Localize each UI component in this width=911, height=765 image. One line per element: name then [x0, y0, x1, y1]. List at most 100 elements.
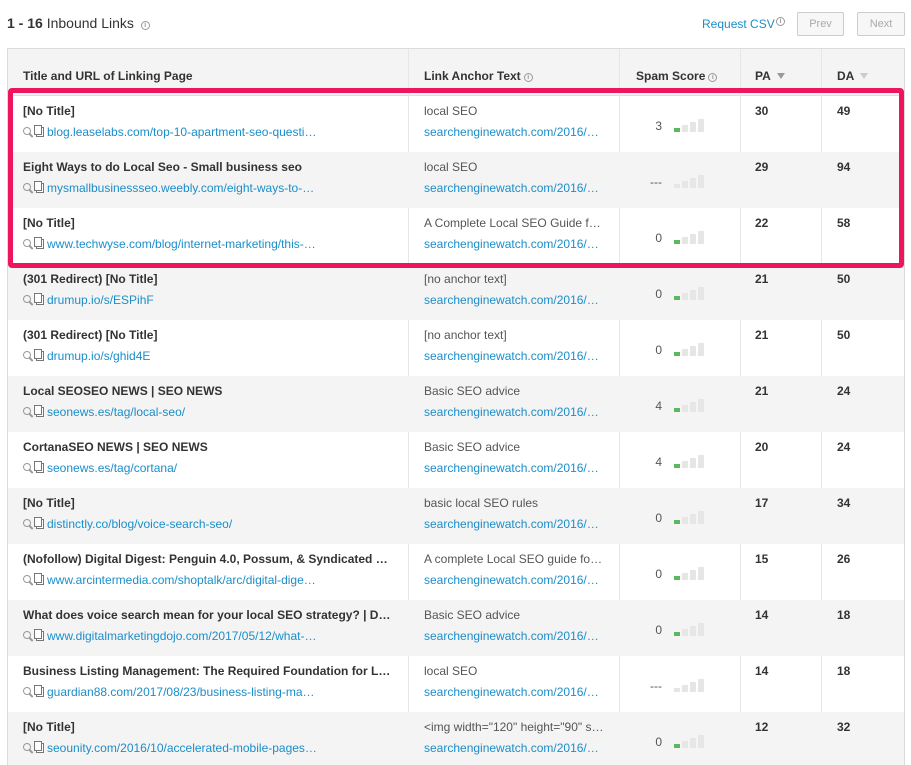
spam-score-value: 3 [655, 119, 662, 133]
table-row: [No Title] blog.leaselabs.com/top-10-apa… [8, 96, 904, 152]
spam-bar [690, 514, 696, 524]
page-url-link[interactable]: drumup.io/s/ESPihF [47, 293, 154, 307]
copy-page-icon[interactable] [34, 685, 44, 697]
anchor-info-icon[interactable]: i [523, 73, 533, 82]
anchor-text: Basic SEO advice [424, 440, 521, 454]
spam-bar [674, 128, 680, 132]
page-url-link[interactable]: seonews.es/tag/local-seo/ [47, 405, 185, 419]
spam-bar [674, 240, 680, 244]
da-value: 24 [837, 384, 851, 398]
search-icon[interactable] [23, 127, 33, 137]
column-header-pa[interactable]: PA [755, 69, 785, 83]
copy-page-icon[interactable] [34, 125, 44, 137]
info-icon[interactable]: i [140, 21, 150, 30]
page-title: [No Title] [23, 216, 75, 230]
target-url-link[interactable]: searchenginewatch.com/2016/… [424, 517, 604, 531]
target-url-link[interactable]: searchenginewatch.com/2016/… [424, 293, 604, 307]
target-url-link[interactable]: searchenginewatch.com/2016/… [424, 405, 604, 419]
sort-icon[interactable] [860, 73, 869, 79]
page-url-link[interactable]: guardian88.com/2017/08/23/business-listi… [47, 685, 315, 699]
spam-bar [698, 119, 704, 132]
csv-info-icon[interactable]: i [776, 17, 785, 26]
page-url-link[interactable]: seonews.es/tag/cortana/ [47, 461, 177, 475]
target-url-link[interactable]: searchenginewatch.com/2016/… [424, 349, 604, 363]
spam-score-bars [674, 622, 706, 636]
spam-score-value: 0 [655, 231, 662, 245]
da-value: 49 [837, 104, 851, 118]
copy-page-icon[interactable] [34, 405, 44, 417]
spam-info-icon[interactable]: i [708, 73, 718, 82]
spam-bar [674, 744, 680, 748]
search-icon[interactable] [23, 687, 33, 697]
copy-page-icon[interactable] [34, 349, 44, 361]
next-button[interactable]: Next [857, 12, 905, 36]
target-url-link[interactable]: searchenginewatch.com/2016/… [424, 685, 604, 699]
page-url-link[interactable]: seounity.com/2016/10/accelerated-mobile-… [47, 741, 317, 755]
spam-bar [690, 346, 696, 356]
table-row: (301 Redirect) [No Title] drumup.io/s/gh… [8, 320, 904, 376]
spam-score-bars [674, 398, 706, 412]
copy-page-icon[interactable] [34, 293, 44, 305]
spam-bar [674, 520, 680, 524]
search-icon[interactable] [23, 575, 33, 585]
column-header-spam-label: Spam Score [636, 69, 706, 83]
search-icon[interactable] [23, 183, 33, 193]
spam-bar [690, 570, 696, 580]
page-url-link[interactable]: blog.leaselabs.com/top-10-apartment-seo-… [47, 125, 316, 139]
copy-page-icon[interactable] [34, 741, 44, 753]
copy-page-icon[interactable] [34, 629, 44, 641]
page-title: [No Title] [23, 104, 75, 118]
copy-page-icon[interactable] [34, 237, 44, 249]
da-value: 34 [837, 496, 851, 510]
page-url-line: seonews.es/tag/cortana/ [23, 461, 403, 475]
page-url-link[interactable]: www.arcintermedia.com/shoptalk/arc/digit… [47, 573, 316, 587]
da-value: 26 [837, 552, 851, 566]
spam-bar [682, 181, 688, 188]
column-header-da[interactable]: DA [837, 69, 869, 83]
target-url-link[interactable]: searchenginewatch.com/2016/… [424, 181, 604, 195]
pa-value: 17 [755, 496, 769, 510]
search-icon[interactable] [23, 631, 33, 641]
target-url-link[interactable]: searchenginewatch.com/2016/… [424, 237, 604, 251]
spam-bar [698, 343, 704, 356]
spam-bar [698, 623, 704, 636]
page-url-link[interactable]: distinctly.co/blog/voice-search-seo/ [47, 517, 232, 531]
spam-score-bars [674, 118, 706, 132]
spam-bar [698, 679, 704, 692]
column-header-spam[interactable]: Spam Score i [636, 69, 718, 83]
spam-bar [690, 290, 696, 300]
column-header-title-label: Title and URL of Linking Page [23, 69, 193, 83]
copy-page-icon[interactable] [34, 517, 44, 529]
target-url-link[interactable]: searchenginewatch.com/2016/… [424, 573, 604, 587]
search-icon[interactable] [23, 351, 33, 361]
target-url-link[interactable]: searchenginewatch.com/2016/… [424, 125, 604, 139]
page-url-line: www.techwyse.com/blog/internet-marketing… [23, 237, 403, 251]
search-icon[interactable] [23, 463, 33, 473]
search-icon[interactable] [23, 239, 33, 249]
search-icon[interactable] [23, 519, 33, 529]
page-url-link[interactable]: drumup.io/s/ghid4E [47, 349, 150, 363]
inbound-links-table: Title and URL of Linking Page Link Ancho… [7, 48, 905, 765]
pa-value: 21 [755, 328, 769, 342]
target-url-link[interactable]: searchenginewatch.com/2016/… [424, 741, 604, 755]
da-value: 50 [837, 272, 851, 286]
page-url-link[interactable]: www.digitalmarketingdojo.com/2017/05/12/… [47, 629, 316, 643]
target-url-link[interactable]: searchenginewatch.com/2016/… [424, 629, 604, 643]
page-url-link[interactable]: www.techwyse.com/blog/internet-marketing… [47, 237, 316, 251]
copy-page-icon[interactable] [34, 461, 44, 473]
copy-page-icon[interactable] [34, 181, 44, 193]
results-label: Inbound Links [46, 15, 134, 31]
search-icon[interactable] [23, 743, 33, 753]
copy-page-icon[interactable] [34, 573, 44, 585]
spam-bar [698, 455, 704, 468]
results-count: 1 - 16 Inbound Links i [7, 15, 150, 31]
target-url-link[interactable]: searchenginewatch.com/2016/… [424, 461, 604, 475]
sort-desc-icon[interactable] [776, 73, 785, 79]
prev-button[interactable]: Prev [797, 12, 844, 36]
page-url-link[interactable]: mysmallbusinessseo.weebly.com/eight-ways… [47, 181, 314, 195]
search-icon[interactable] [23, 295, 33, 305]
search-icon[interactable] [23, 407, 33, 417]
page-title: (301 Redirect) [No Title] [23, 328, 158, 342]
spam-bar [682, 573, 688, 580]
request-csv-link[interactable]: Request CSV [702, 17, 775, 31]
